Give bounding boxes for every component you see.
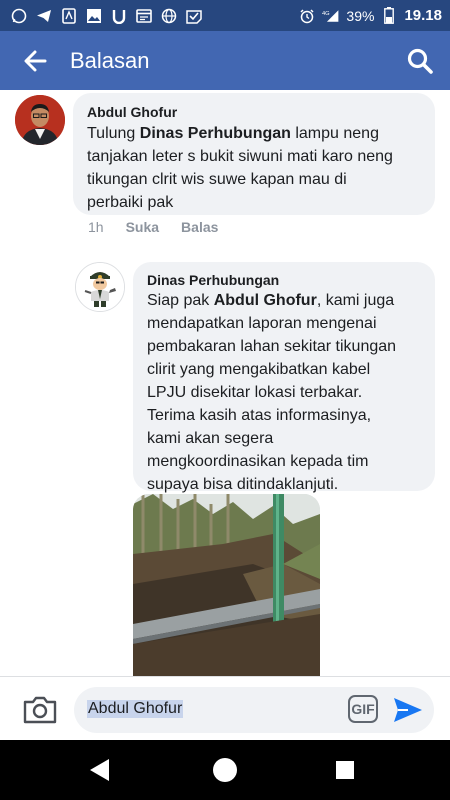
- attached-photo[interactable]: [133, 494, 320, 676]
- comment-text: Siap pak Abdul Ghofur, kami juga mendapa…: [147, 292, 397, 493]
- comment-actions: 1h Suka Balas: [88, 219, 218, 235]
- battery-percent: 39%: [346, 7, 375, 24]
- nav-recents-button[interactable]: [305, 740, 385, 800]
- like-button[interactable]: Suka: [126, 219, 159, 235]
- whatsapp-icon: [10, 7, 28, 25]
- recents-square-icon: [336, 761, 354, 779]
- u-app-icon: [110, 7, 128, 25]
- svg-text:4G: 4G: [322, 11, 330, 17]
- back-triangle-icon: [90, 759, 109, 781]
- system-status: 4G 39% 19.18: [298, 7, 450, 25]
- reply-bubble[interactable]: Dinas Perhubungan Siap pak Abdul Ghofur,…: [133, 262, 435, 493]
- send-button[interactable]: [392, 695, 424, 725]
- document-icon: [60, 7, 78, 25]
- mention-link[interactable]: Dinas Perhubungan: [140, 125, 291, 142]
- app-bar: Balasan: [0, 31, 450, 90]
- camera-icon: [23, 696, 57, 724]
- back-arrow-icon: [24, 50, 47, 71]
- clock: 19.18: [404, 7, 442, 24]
- alarm-icon: [298, 7, 316, 25]
- telegram-icon: [35, 7, 53, 25]
- gif-button[interactable]: GIF: [348, 695, 378, 723]
- search-button[interactable]: [390, 31, 450, 90]
- mention-link[interactable]: Abdul Ghofur: [214, 292, 317, 309]
- nav-home-button[interactable]: [185, 740, 265, 800]
- comment-author[interactable]: Abdul Ghofur: [87, 104, 177, 120]
- notification-icons: [0, 7, 203, 25]
- avatar[interactable]: [15, 95, 65, 145]
- nav-back-button[interactable]: [60, 740, 140, 800]
- comment-text: Tulung Dinas Perhubungan lampu neng tanj…: [87, 125, 393, 211]
- browser-window-icon: [135, 7, 153, 25]
- signal-icon: 4G: [322, 7, 340, 25]
- home-circle-icon: [213, 758, 237, 782]
- comment-composer: Abdul Ghofur GIF: [0, 676, 450, 741]
- globe-icon: [160, 7, 178, 25]
- image-icon: [85, 7, 103, 25]
- camera-button[interactable]: [22, 695, 58, 725]
- comment-input[interactable]: Abdul Ghofur GIF: [74, 687, 434, 733]
- avatar[interactable]: [75, 262, 125, 312]
- status-bar: 4G 39% 19.18: [0, 0, 450, 31]
- comment-time: 1h: [88, 219, 104, 235]
- back-button[interactable]: [0, 31, 70, 90]
- send-icon: [394, 698, 422, 722]
- comment-input-value[interactable]: Abdul Ghofur: [87, 700, 184, 718]
- checkmark-tag-icon: [185, 7, 203, 25]
- battery-icon: [380, 7, 398, 25]
- system-nav-bar: [0, 740, 450, 800]
- comment-author[interactable]: Dinas Perhubungan: [147, 272, 279, 288]
- reply-button[interactable]: Balas: [181, 219, 218, 235]
- page-title: Balasan: [70, 47, 150, 73]
- comment-bubble[interactable]: Abdul Ghofur Tulung Dinas Perhubungan la…: [73, 93, 435, 215]
- search-icon: [407, 48, 433, 74]
